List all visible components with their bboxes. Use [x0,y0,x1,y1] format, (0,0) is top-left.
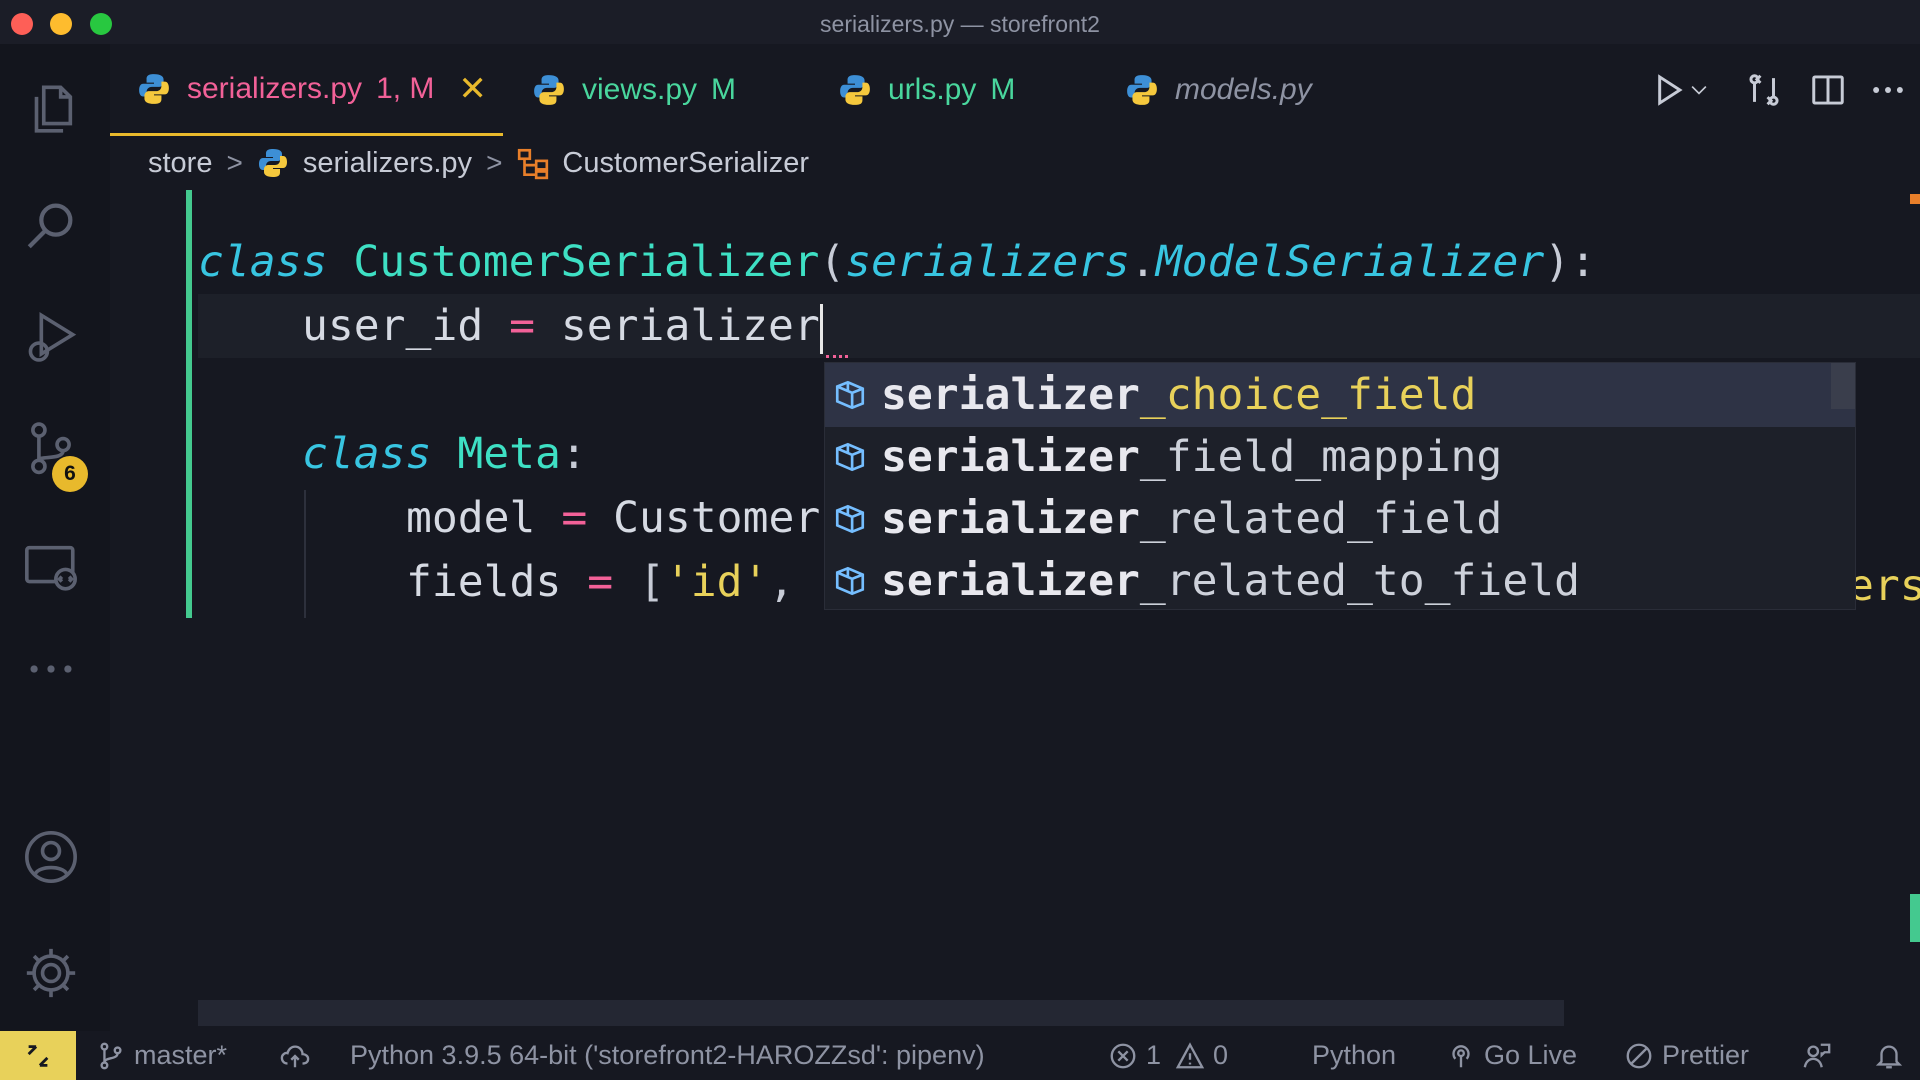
suggestion-item[interactable]: serializer _related_to_field [825,549,1855,613]
property-icon [835,566,865,596]
error-squiggle [826,350,848,358]
prettier-item[interactable]: Prettier [1624,1031,1749,1080]
python-file-icon [534,75,564,105]
tab-serializers[interactable]: serializers.py 1, M ✕ [110,44,503,136]
overview-ruler-warning-marker [1910,194,1920,204]
window-title: serializers.py — storefront2 [820,11,1100,37]
prettier-icon [1626,1043,1652,1068]
search-icon[interactable] [20,194,82,256]
cloud-upload-icon [280,1044,310,1067]
split-editor-icon[interactable] [1804,66,1852,114]
class-symbol-icon [518,148,549,180]
tab-status: M [711,73,737,106]
suggestion-item[interactable]: serializer _field_mapping [825,425,1855,489]
breadcrumb-separator: > [226,147,243,178]
status-bar: master* Python 3.9.5 64-bit ('storefront… [0,1031,1920,1080]
modified-lines-gutter [186,190,192,618]
run-debug-icon[interactable] [20,306,82,368]
remote-indicator[interactable] [0,1031,76,1080]
tab-views[interactable]: views.py M [532,44,736,136]
editor-tab-bar: serializers.py 1, M ✕ views.py M urls.py… [110,44,1920,136]
notifications-item[interactable] [1874,1031,1912,1080]
python-file-icon [258,149,287,177]
python-interpreter-item[interactable]: Python 3.9.5 64-bit ('storefront2-HAROZZ… [350,1031,985,1080]
settings-gear-icon[interactable] [20,942,82,1004]
chevron-down-icon[interactable] [1684,66,1714,114]
horizontal-scrollbar[interactable] [198,1000,1564,1026]
source-control-badge: 6 [52,456,88,492]
code-line-2: user_id = serializer [302,294,823,358]
overview-ruler-change-marker [1910,894,1920,942]
title-bar: serializers.py — storefront2 [0,0,1920,44]
git-branch-icon [100,1042,122,1069]
warning-icon [1175,1041,1205,1068]
python-file-icon [139,73,169,104]
warning-count: 0 [1213,1040,1229,1070]
explorer-icon[interactable] [20,78,82,140]
python-file-icon [840,75,870,105]
close-tab-icon[interactable]: ✕ [458,69,487,109]
python-file-icon [1127,75,1157,105]
suggestion-item[interactable]: serializer _related_field [825,487,1855,551]
tab-status: 1, M [376,71,435,105]
activity-bar: 6 [0,44,110,1031]
remote-explorer-icon[interactable] [20,536,82,598]
branch-name: master* [134,1040,228,1070]
more-icon[interactable] [20,638,82,700]
tab-status: M [990,73,1016,106]
code-line-6: fields = ['id', [406,557,795,607]
text-cursor [819,303,823,354]
compare-changes-icon[interactable] [1740,66,1788,114]
tab-models[interactable]: models.py [1125,44,1312,136]
property-icon [835,380,865,410]
feedback-icon [1803,1043,1831,1068]
property-icon [835,442,865,472]
broadcast-icon [1452,1044,1470,1067]
property-icon [835,504,865,534]
breadcrumb-separator: > [486,147,503,178]
go-live-item[interactable]: Go Live [1446,1031,1577,1080]
prettier-label: Prettier [1662,1040,1750,1070]
bell-icon [1875,1045,1903,1068]
suggestion-item[interactable]: serializer _choice_field [825,363,1855,427]
git-branch-item[interactable]: master* [96,1031,227,1080]
breadcrumb: store > serializers.py > CustomerSeriali… [148,140,809,186]
error-icon [1110,1043,1136,1068]
indent-guide [304,490,306,618]
breadcrumb-symbol[interactable]: CustomerSerializer [562,147,809,180]
go-live-label: Go Live [1484,1040,1578,1070]
remote-icon [27,1044,49,1067]
code-line-1: class CustomerSerializer(serializers.Mod… [198,237,1597,287]
code-line-5: model = Customer [406,493,821,543]
breadcrumb-folder[interactable]: store [148,147,212,180]
account-icon[interactable] [20,826,82,888]
problems-item[interactable]: 1 0 [1108,1031,1228,1080]
tab-label: serializers.py [187,71,363,105]
tab-label: models.py [1175,73,1312,106]
suggestion-scrollbar[interactable] [1831,363,1855,409]
tab-label: views.py [582,73,698,106]
feedback-item[interactable] [1802,1031,1840,1080]
autocomplete-widget: serializer _choice_field serializer _field… [824,362,1856,610]
tab-urls[interactable]: urls.py M [838,44,1015,136]
error-count: 1 [1146,1040,1162,1070]
language-mode-item[interactable]: Python [1312,1031,1396,1080]
code-line-4: class Meta: [302,429,587,479]
tab-label: urls.py [888,73,977,106]
sync-item[interactable] [280,1031,318,1080]
more-actions-icon[interactable] [1864,66,1912,114]
breadcrumb-file[interactable]: serializers.py [303,147,472,180]
code-overflow-text: ersh [1848,561,1920,611]
